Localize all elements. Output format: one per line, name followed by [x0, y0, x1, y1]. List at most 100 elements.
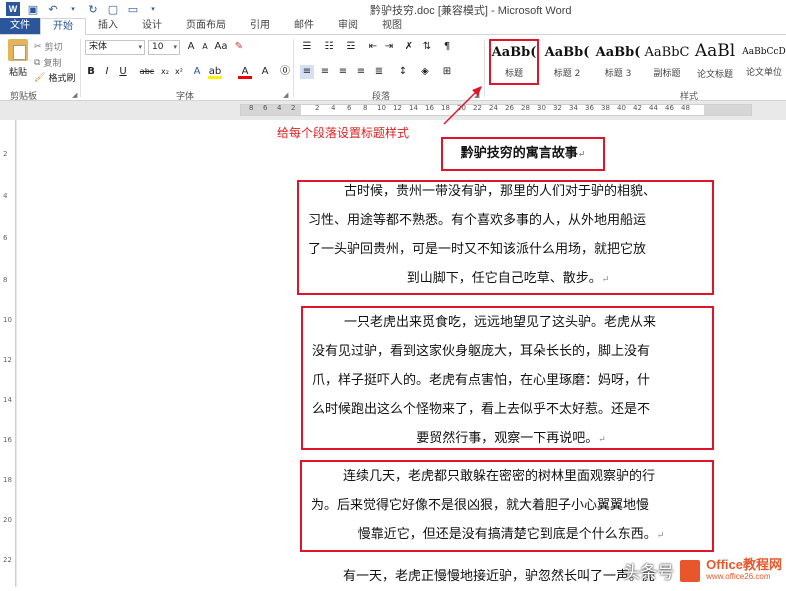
ruler-tick-label: 20 [457, 104, 466, 112]
window-title: 黔驴技穷.doc [兼容模式] - Microsoft Word [370, 5, 572, 17]
chevron-down-icon: ▾ [138, 43, 142, 51]
paragraph-line-text: 到山脚下，任它自己吃草、散步。 [406, 271, 602, 286]
style-paper-unit[interactable]: AaBbCcD 论文单位 [742, 39, 786, 85]
paragraph-launcher-icon[interactable]: ◢ [474, 91, 479, 99]
change-case-icon[interactable]: Aa [214, 40, 228, 54]
paragraph-line: 古时候，贵州一带没有驴，那里的人们对于驴的相貌、 [344, 184, 657, 199]
horizontal-ruler[interactable]: 8 6 4 2 2 4 6 8 10 12 14 16 18 20 22 24 … [240, 104, 752, 116]
tab-design[interactable]: 设计 [130, 18, 174, 34]
highlight-icon[interactable]: ab [208, 65, 222, 79]
superscript-icon[interactable]: x² [172, 65, 186, 79]
subscript-icon[interactable]: x₂ [158, 65, 172, 79]
tab-view[interactable]: 视图 [370, 18, 414, 34]
tab-insert[interactable]: 插入 [86, 18, 130, 34]
paragraph-line: 要贸然行事，观察一下再说吧。↵ [312, 424, 710, 455]
font-name-combo[interactable]: 宋体 ▾ [85, 40, 145, 55]
paragraph-line-text: 了一头驴回贵州，可是一时又不知该派什么用场，就把它放 [308, 242, 647, 257]
style-heading-2[interactable]: AaBb( 标题 2 [542, 39, 592, 85]
new-doc-icon[interactable]: ▢ [106, 2, 120, 16]
style-title-sample: AaBb( [491, 45, 537, 60]
italic-icon[interactable]: I [100, 65, 114, 79]
style-paper-unit-name: 论文单位 [745, 68, 782, 78]
sort-icon[interactable]: ⇅ [420, 40, 434, 54]
text-effects-icon[interactable]: A [190, 65, 204, 79]
line-spacing-icon[interactable]: ↕ [396, 65, 410, 79]
paragraph-2[interactable]: 一只老虎出来觅食吃，远远地望见了这头驴。老虎从来 没有见过驴，看到这家伙身躯庞大… [312, 308, 710, 455]
show-marks-icon[interactable]: ¶ [440, 40, 454, 54]
cut-button[interactable]: ✂ 剪切 [34, 40, 63, 54]
vertical-ruler[interactable]: 2 4 6 8 10 12 14 16 18 20 22 [0, 120, 16, 587]
style-title-name: 标题 [504, 69, 523, 79]
left-page-area [17, 120, 240, 587]
watermark-source: 头条号 [623, 563, 675, 583]
style-subtitle[interactable]: AaBbC 副标题 [644, 39, 690, 85]
undo-icon[interactable]: ↶ [46, 2, 60, 16]
paste-button[interactable]: 粘贴 [6, 39, 30, 78]
decrease-indent-icon[interactable]: ⇤ [366, 40, 380, 54]
increase-indent-icon[interactable]: ⇥ [382, 40, 396, 54]
justify-icon[interactable]: ≡ [354, 65, 368, 79]
chinese-layout-icon[interactable]: ✗ [402, 40, 416, 54]
ruler-tick-label: 4 [3, 192, 8, 200]
ruler-tick-label: 26 [505, 104, 514, 112]
tab-layout[interactable]: 页面布局 [174, 18, 238, 34]
divider [484, 39, 485, 97]
grow-font-icon[interactable]: A [184, 40, 198, 54]
ruler-tick-label: 24 [489, 104, 498, 112]
clear-format-icon[interactable]: ✎ [232, 40, 246, 54]
ruler-tick-label: 46 [665, 104, 674, 112]
multilevel-list-icon[interactable]: ☲ [344, 40, 358, 54]
font-launcher-icon[interactable]: ◢ [283, 91, 288, 99]
char-shading-icon[interactable]: A [258, 65, 272, 79]
numbering-icon[interactable]: ☷ [322, 40, 336, 54]
format-painter-button[interactable]: 🖌 格式刷 [34, 71, 75, 85]
shrink-font-icon[interactable]: A [198, 40, 212, 54]
style-title[interactable]: AaBb( 标题 [489, 39, 539, 85]
tab-review[interactable]: 审阅 [326, 18, 370, 34]
tab-home[interactable]: 开始 [40, 18, 86, 35]
style-paper-title[interactable]: AaBl 论文标题 [692, 39, 738, 85]
align-left-icon[interactable]: ≡ [300, 65, 314, 79]
brush-icon: 🖌 [34, 72, 46, 83]
paragraph-line-text: 慢靠近它，但还是没有搞清楚它到底是个什么东西。 [357, 527, 657, 542]
paragraph-line: 连续几天，老虎都只敢躲在密密的树林里面观察驴的行 [343, 469, 656, 484]
strikethrough-icon[interactable]: abc [138, 65, 156, 79]
style-heading-3[interactable]: AaBb( 标题 3 [594, 39, 642, 85]
distribute-icon[interactable]: ≣ [372, 65, 386, 79]
cut-label: 剪切 [44, 43, 63, 53]
tab-references[interactable]: 引用 [238, 18, 282, 34]
borders-icon[interactable]: ⊞ [440, 65, 454, 79]
document-title[interactable]: 黔驴技穷的寓言故事↵ [443, 139, 603, 170]
paragraph-line: 爪，样子挺吓人的。老虎有点害怕，在心里琢磨：妈呀，什 [312, 373, 651, 388]
ruler-tick-label: 18 [441, 104, 450, 112]
copy-button[interactable]: ⧉ 复制 [34, 56, 61, 70]
paragraph-line: 没有见过驴，看到这家伙身躯庞大，耳朵长长的，脚上没有 [312, 344, 651, 359]
underline-icon[interactable]: U [116, 65, 130, 79]
save-icon[interactable]: ▣ [26, 2, 40, 16]
font-size-combo[interactable]: 10 ▾ [148, 40, 180, 55]
align-right-icon[interactable]: ≡ [336, 65, 350, 79]
divider [293, 39, 294, 97]
bold-icon[interactable]: B [84, 65, 98, 79]
customize-qat-icon[interactable]: ▾ [146, 2, 160, 16]
paragraph-3[interactable]: 连续几天，老虎都只敢躲在密密的树林里面观察驴的行 为。后来觉得它好像不是很凶狠，… [311, 462, 711, 551]
enclose-char-icon[interactable]: ⓪ [278, 65, 292, 79]
shading-icon[interactable]: ◈ [418, 65, 432, 79]
document-title-box: 黔驴技穷的寓言故事↵ [441, 137, 605, 171]
bullets-icon[interactable]: ☰ [300, 40, 314, 54]
ruler-tick-label: 48 [681, 104, 690, 112]
annotation-text: 给每个段落设置标题样式 [277, 126, 410, 140]
open-icon[interactable]: ▭ [126, 2, 140, 16]
paragraph-line: 习性、用途等都不熟悉。有个喜欢多事的人，从外地用船运 [308, 213, 647, 228]
ruler-tick-label: 2 [315, 104, 320, 112]
paragraph-1[interactable]: 古时候，贵州一带没有驴，那里的人们对于驴的相貌、 习性、用途等都不熟悉。有个喜欢… [308, 177, 708, 295]
align-center-icon[interactable]: ≡ [318, 65, 332, 79]
divider [80, 39, 81, 97]
font-color-icon[interactable]: A [238, 65, 252, 79]
tab-file[interactable]: 文件 [0, 18, 40, 34]
clipboard-launcher-icon[interactable]: ◢ [72, 91, 77, 99]
ruler-tick-label: 12 [3, 356, 12, 364]
redo-icon[interactable]: ↻ [86, 2, 100, 16]
dropdown-icon[interactable]: ▾ [66, 2, 80, 16]
tab-mailings[interactable]: 邮件 [282, 18, 326, 34]
